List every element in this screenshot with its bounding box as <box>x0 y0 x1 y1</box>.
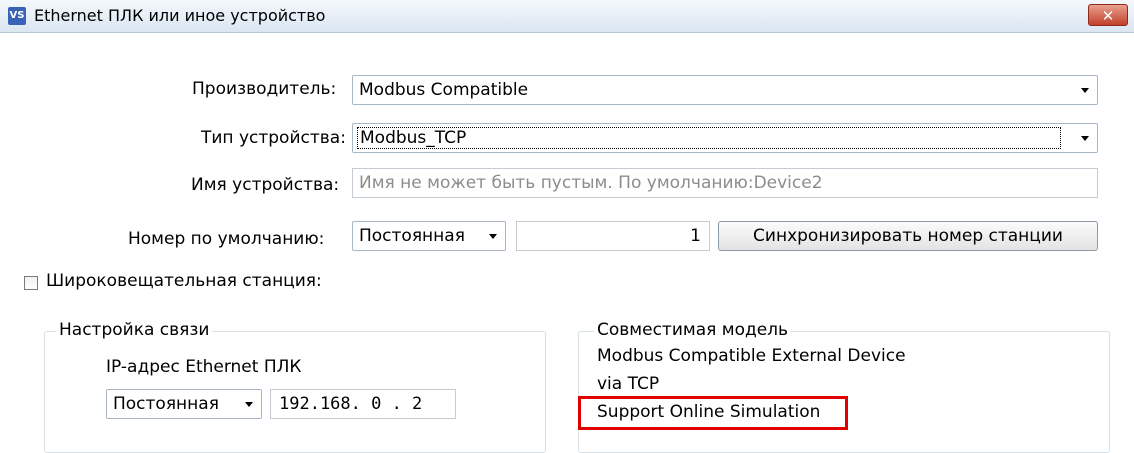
compatible-model-line2: via TCP <box>597 374 660 394</box>
broadcast-checkbox[interactable] <box>24 276 38 290</box>
chevron-down-icon <box>489 234 497 239</box>
chevron-down-icon <box>245 402 253 407</box>
device-type-label: Тип устройства: <box>201 128 346 148</box>
window-title: Ethernet ПЛК или иное устройство <box>34 6 326 25</box>
manufacturer-value: Modbus Compatible <box>359 80 529 100</box>
device-name-input[interactable]: Имя не может быть пустым. По умолчанию:D… <box>352 168 1098 198</box>
default-number-value: 1 <box>690 226 701 246</box>
default-number-mode-select[interactable]: Постоянная <box>352 221 506 251</box>
ip-address-value: 192.168. 0 . 2 <box>279 394 423 414</box>
compatible-model-title: Совместимая модель <box>594 320 792 340</box>
title-bar: VS Ethernet ПЛК или иное устройство ✕ <box>0 0 1134 33</box>
ip-mode-select[interactable]: Постоянная <box>106 389 262 419</box>
close-button[interactable]: ✕ <box>1088 4 1128 26</box>
compatible-model-line3: Support Online Simulation <box>597 402 821 422</box>
device-type-select[interactable]: Modbus_TCP <box>352 123 1098 153</box>
ip-address-input[interactable]: 192.168. 0 . 2 <box>270 389 456 419</box>
manufacturer-select[interactable]: Modbus Compatible <box>352 75 1098 105</box>
manufacturer-label: Производитель: <box>192 79 337 99</box>
device-type-value: Modbus_TCP <box>357 127 1061 149</box>
default-number-mode-value: Постоянная <box>359 226 465 246</box>
app-icon: VS <box>8 7 26 25</box>
chevron-down-icon <box>1081 88 1089 93</box>
broadcast-label: Широковещательная станция: <box>46 271 322 291</box>
device-name-placeholder: Имя не может быть пустым. По умолчанию:D… <box>359 173 823 193</box>
ip-mode-value: Постоянная <box>113 394 219 414</box>
device-name-label: Имя устройства: <box>191 175 340 195</box>
compatible-model-line1: Modbus Compatible External Device <box>597 346 906 366</box>
ip-address-label: IP-адрес Ethernet ПЛК <box>106 357 302 377</box>
sync-station-number-button[interactable]: Синхронизировать номер станции <box>718 221 1098 251</box>
chevron-down-icon <box>1081 136 1089 141</box>
default-number-label: Номер по умолчанию: <box>128 229 325 249</box>
connection-settings-title: Настройка связи <box>56 320 213 340</box>
default-number-input[interactable]: 1 <box>516 221 710 251</box>
